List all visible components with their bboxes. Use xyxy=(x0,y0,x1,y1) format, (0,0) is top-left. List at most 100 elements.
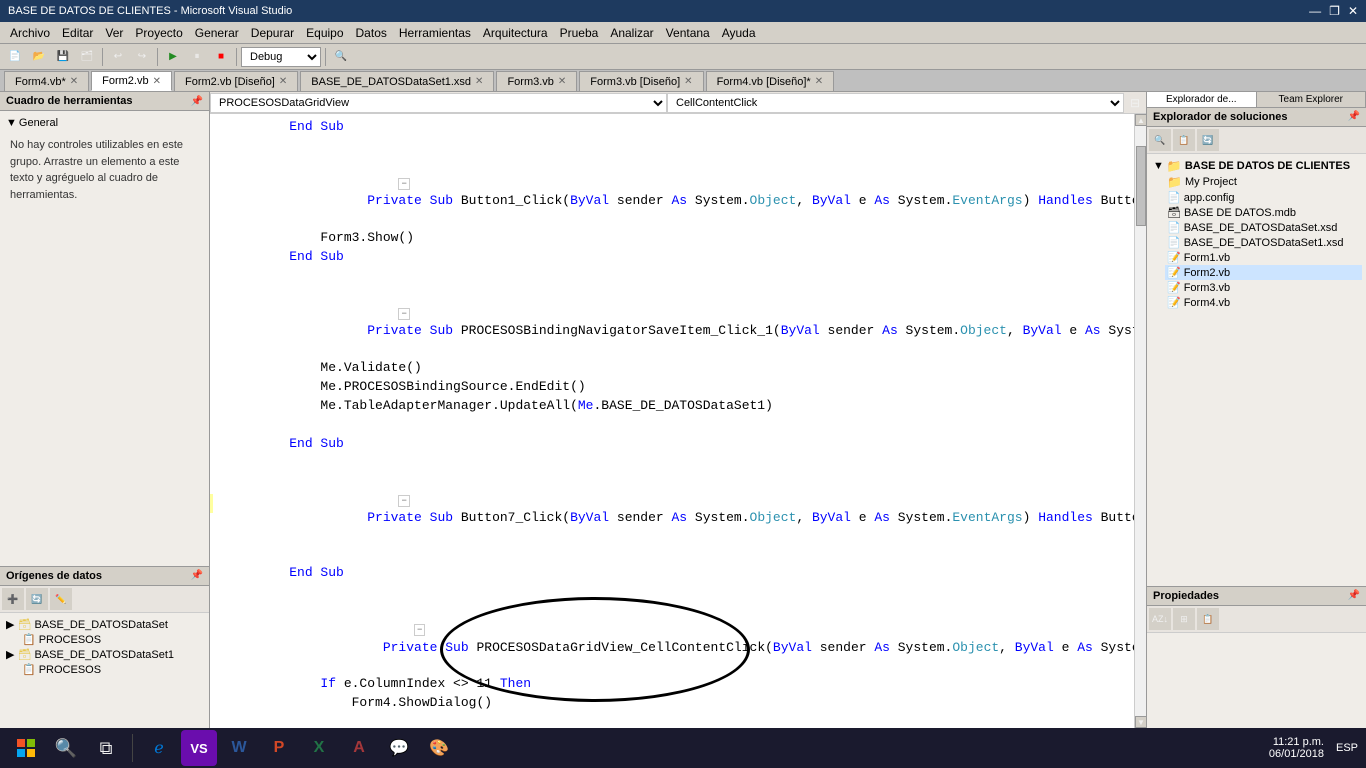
tab-form2design-close[interactable]: ✕ xyxy=(279,76,287,87)
codetext-18[interactable]: − Private Sub PROCESOSDataGridView_CellC… xyxy=(254,602,1134,675)
editor-code-container[interactable]: End Sub − Private Sub xyxy=(210,114,1134,728)
codetext-7[interactable]: − Private Sub PROCESOSBindingNavigatorSa… xyxy=(254,286,1134,359)
se-search-btn[interactable]: 🔍 xyxy=(1149,129,1171,151)
menu-generar[interactable]: Generar xyxy=(189,24,245,42)
tb-save-all[interactable]: 🗂 xyxy=(76,46,98,68)
editor-vscroll[interactable]: ▲ ▼ xyxy=(1134,114,1146,728)
tab-form3vb[interactable]: Form3.vb ✕ xyxy=(496,71,577,91)
tab-form2vb[interactable]: Form2.vb ✕ xyxy=(91,71,172,91)
close-button[interactable]: ✕ xyxy=(1348,4,1358,18)
se-tab-team[interactable]: Team Explorer xyxy=(1257,92,1366,107)
codetext-16[interactable]: End Sub xyxy=(254,564,1134,582)
se-item-appconfig[interactable]: 📄 app.config xyxy=(1165,190,1362,205)
ds-item-procesos1[interactable]: 📋 PROCESOS xyxy=(20,632,205,647)
collapse-btn-14[interactable]: − xyxy=(398,495,409,507)
tb-config-dropdown[interactable]: Debug Release xyxy=(241,47,321,67)
tab-form4design[interactable]: Form4.vb [Diseño]* ✕ xyxy=(706,71,835,91)
taskbar-start-btn[interactable] xyxy=(8,730,44,766)
datasources-pin[interactable]: 📌 xyxy=(191,570,203,582)
vscroll-track[interactable] xyxy=(1135,126,1146,716)
ds-item-dataset[interactable]: ▶ 🗃 BASE_DE_DATOSDataSet xyxy=(4,617,205,632)
collapse-btn-7[interactable]: − xyxy=(398,308,409,320)
codetext-17[interactable] xyxy=(254,583,1134,601)
vscroll-up-btn[interactable]: ▲ xyxy=(1135,114,1146,126)
menu-ayuda[interactable]: Ayuda xyxy=(716,24,762,42)
tab-form2vb-close[interactable]: ✕ xyxy=(153,76,161,87)
ds-add-btn[interactable]: ➕ xyxy=(2,588,24,610)
taskbar-excel-btn[interactable]: X xyxy=(301,730,337,766)
tb-find[interactable]: 🔍 xyxy=(330,46,352,68)
menu-herramientas[interactable]: Herramientas xyxy=(393,24,477,42)
ds-item-dataset1[interactable]: ▶ 🗃 BASE_DE_DATOSDataSet1 xyxy=(4,647,205,662)
codetext-9[interactable]: Me.PROCESOSBindingSource.EndEdit() xyxy=(254,378,1134,396)
codetext-1[interactable]: End Sub xyxy=(254,118,1134,136)
se-item-dataset1[interactable]: 📄 BASE_DE_DATOSDataSet1.xsd xyxy=(1165,235,1362,250)
codetext-20[interactable]: Form4.ShowDialog() xyxy=(254,694,1134,712)
se-props-btn[interactable]: 📋 xyxy=(1173,129,1195,151)
tab-dataset1-close[interactable]: ✕ xyxy=(475,76,483,87)
tb-pause[interactable]: ⏸ xyxy=(186,46,208,68)
se-tab-explorer[interactable]: Explorador de... xyxy=(1147,92,1257,107)
tb-stop[interactable]: ■ xyxy=(210,46,232,68)
editor-class-dropdown[interactable]: PROCESOSDataGridView xyxy=(210,93,667,113)
menu-datos[interactable]: Datos xyxy=(350,24,393,42)
pp-pin[interactable]: 📌 xyxy=(1348,590,1360,602)
menu-ventana[interactable]: Ventana xyxy=(660,24,716,42)
taskbar-taskview-btn[interactable]: ⧉ xyxy=(88,730,124,766)
minimize-button[interactable]: — xyxy=(1309,4,1321,18)
ds-refresh-btn[interactable]: 🔄 xyxy=(26,588,48,610)
restore-button[interactable]: ❐ xyxy=(1329,4,1340,18)
tab-form4design-close[interactable]: ✕ xyxy=(815,76,823,87)
codetext-13[interactable] xyxy=(254,454,1134,472)
taskbar-ppt-btn[interactable]: P xyxy=(261,730,297,766)
menu-editar[interactable]: Editar xyxy=(56,24,99,42)
tab-form2design[interactable]: Form2.vb [Diseño] ✕ xyxy=(174,71,298,91)
se-item-form1[interactable]: 📝 Form1.vb xyxy=(1165,250,1362,265)
menu-arquitectura[interactable]: Arquitectura xyxy=(477,24,554,42)
code-area[interactable]: End Sub − Private Sub xyxy=(210,114,1134,728)
tb-run[interactable]: ▶ xyxy=(162,46,184,68)
codetext-5[interactable]: End Sub xyxy=(254,248,1134,266)
collapse-btn-3[interactable]: − xyxy=(398,178,409,190)
pp-cat-btn[interactable]: ⊞ xyxy=(1173,608,1195,630)
collapse-btn-18[interactable]: − xyxy=(414,624,425,636)
tab-form4vb[interactable]: Form4.vb* ✕ xyxy=(4,71,89,91)
menu-proyecto[interactable]: Proyecto xyxy=(129,24,188,42)
editor-method-dropdown[interactable]: CellContentClick xyxy=(667,93,1124,113)
ds-edit-btn[interactable]: ✏️ xyxy=(50,588,72,610)
editor-collapse-btn[interactable]: ⊟ xyxy=(1124,96,1146,110)
codetext-6[interactable] xyxy=(254,267,1134,285)
taskbar-skype-btn[interactable]: 💬 xyxy=(381,730,417,766)
se-item-form4[interactable]: 📝 Form4.vb xyxy=(1165,295,1362,310)
se-project-root[interactable]: ▼ 📁 BASE DE DATOS DE CLIENTES xyxy=(1151,158,1362,174)
tab-form4vb-close[interactable]: ✕ xyxy=(70,76,78,87)
pp-prop-btn[interactable]: 📋 xyxy=(1197,608,1219,630)
se-item-form3[interactable]: 📝 Form3.vb xyxy=(1165,280,1362,295)
menu-prueba[interactable]: Prueba xyxy=(554,24,605,42)
se-item-form2[interactable]: 📝 Form2.vb xyxy=(1165,265,1362,280)
codetext-14[interactable]: − Private Sub Button7_Click(ByVal sender… xyxy=(254,473,1134,546)
tb-undo[interactable]: ↩ xyxy=(107,46,129,68)
toolbox-pin[interactable]: 📌 xyxy=(191,96,203,107)
menu-ver[interactable]: Ver xyxy=(99,24,129,42)
taskbar-word-btn[interactable]: W xyxy=(221,730,257,766)
menu-archivo[interactable]: Archivo xyxy=(4,24,56,42)
editor-scroll[interactable]: End Sub − Private Sub xyxy=(210,114,1146,728)
taskbar-access-btn[interactable]: A xyxy=(341,730,377,766)
ds-item-procesos2[interactable]: 📋 PROCESOS xyxy=(20,662,205,677)
tab-dataset1[interactable]: BASE_DE_DATOSDataSet1.xsd ✕ xyxy=(300,71,494,91)
taskbar-vs-btn[interactable]: VS xyxy=(181,730,217,766)
codetext-12[interactable]: End Sub xyxy=(254,435,1134,453)
codetext-8[interactable]: Me.Validate() xyxy=(254,359,1134,377)
vscroll-thumb[interactable] xyxy=(1136,146,1146,226)
taskbar-edge-btn[interactable]: ℯ xyxy=(141,730,177,766)
se-item-myprojekt[interactable]: 📁 My Project xyxy=(1165,174,1362,190)
tb-save[interactable]: 💾 xyxy=(52,46,74,68)
tb-redo[interactable]: ↪ xyxy=(131,46,153,68)
se-pin[interactable]: 📌 xyxy=(1348,111,1360,123)
taskbar-paint-btn[interactable]: 🎨 xyxy=(421,730,457,766)
codetext-4[interactable]: Form3.Show() xyxy=(254,229,1134,247)
codetext-11[interactable] xyxy=(254,416,1134,434)
se-item-dataset[interactable]: 📄 BASE_DE_DATOSDataSet.xsd xyxy=(1165,220,1362,235)
codetext-10[interactable]: Me.TableAdapterManager.UpdateAll(Me.BASE… xyxy=(254,397,1134,415)
